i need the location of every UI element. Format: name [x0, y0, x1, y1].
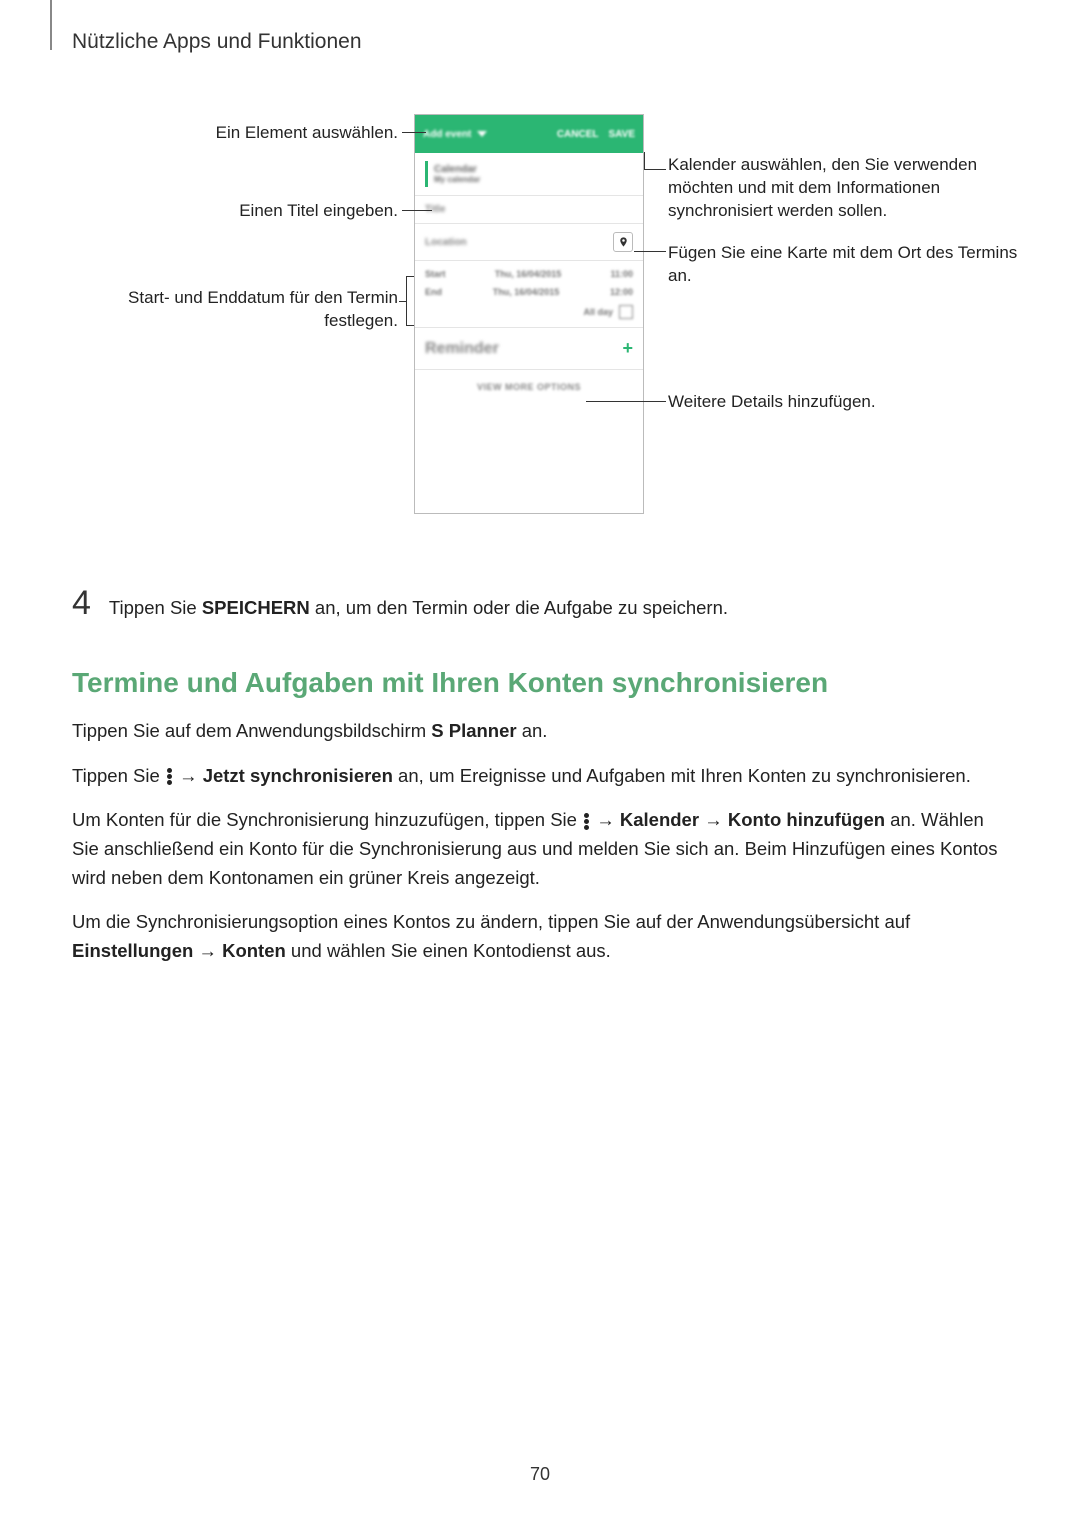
calendar-diagram: Add event CANCEL SAVE Calendar My calend… — [72, 114, 1008, 554]
callout-enter-title: Einen Titel eingeben. — [72, 200, 398, 223]
paragraph-4: Um die Synchronisierungsoption eines Kon… — [72, 908, 1008, 965]
step-4: 4 Tippen Sie SPEICHERN an, um den Termin… — [72, 584, 1008, 623]
callout-add-map: Fügen Sie eine Karte mit dem Ort des Ter… — [668, 242, 1028, 288]
map-pin-button[interactable] — [613, 232, 633, 252]
step-text: Tippen Sie SPEICHERN an, um den Termin o… — [109, 594, 728, 622]
leader-line — [399, 301, 406, 302]
map-pin-icon — [618, 235, 629, 249]
save-button[interactable]: SAVE — [609, 129, 636, 140]
leader-line — [402, 132, 426, 133]
date-time-block[interactable]: StartThu, 16/04/201511:00 EndThu, 16/04/… — [415, 261, 643, 328]
callout-more-details: Weitere Details hinzufügen. — [668, 391, 968, 414]
leader-line — [634, 251, 666, 252]
reminder-row[interactable]: Reminder + — [415, 328, 643, 370]
step-number: 4 — [72, 584, 91, 623]
more-options-icon — [584, 813, 589, 830]
plus-icon[interactable]: + — [622, 338, 633, 359]
page-number: 70 — [0, 1464, 1080, 1485]
view-more-options[interactable]: VIEW MORE OPTIONS — [415, 370, 643, 404]
chevron-down-icon[interactable] — [477, 131, 487, 137]
calendar-selector[interactable]: Calendar My calendar — [415, 153, 643, 196]
page-margin-bar — [50, 0, 52, 50]
section-body: Tippen Sie auf dem Anwendungsbildschirm … — [72, 717, 1008, 966]
title-input[interactable]: Title — [415, 196, 643, 224]
allday-checkbox[interactable] — [619, 305, 633, 319]
leader-line — [402, 210, 432, 211]
leader-line — [644, 152, 645, 170]
page-title: Nützliche Apps und Funktionen — [72, 30, 1008, 54]
more-options-icon — [167, 768, 172, 785]
add-event-label[interactable]: Add event — [423, 129, 471, 140]
cancel-button[interactable]: CANCEL — [557, 129, 599, 140]
leader-line — [586, 401, 666, 402]
location-input[interactable]: Location — [415, 224, 643, 261]
paragraph-3: Um Konten für die Synchronisierung hinzu… — [72, 806, 1008, 892]
bracket-line — [406, 276, 414, 326]
calendar-label: Calendar — [434, 164, 480, 175]
phone-screenshot: Add event CANCEL SAVE Calendar My calend… — [414, 114, 644, 514]
callout-choose-calendar: Kalender auswählen, den Sie verwenden mö… — [668, 154, 1028, 223]
calendar-color-bar — [425, 161, 428, 187]
phone-topbar: Add event CANCEL SAVE — [415, 115, 643, 153]
leader-line — [644, 169, 666, 170]
callout-set-dates: Start- und Enddatum für den Termin festl… — [72, 287, 398, 333]
paragraph-2: Tippen Sie → Jetzt synchronisieren an, u… — [72, 762, 1008, 791]
section-heading: Termine und Aufgaben mit Ihren Konten sy… — [72, 667, 1008, 699]
paragraph-1: Tippen Sie auf dem Anwendungsbildschirm … — [72, 717, 1008, 746]
calendar-sublabel: My calendar — [434, 175, 480, 184]
page-content: Nützliche Apps und Funktionen Add event … — [0, 0, 1080, 966]
callout-select-element: Ein Element auswählen. — [72, 122, 398, 145]
